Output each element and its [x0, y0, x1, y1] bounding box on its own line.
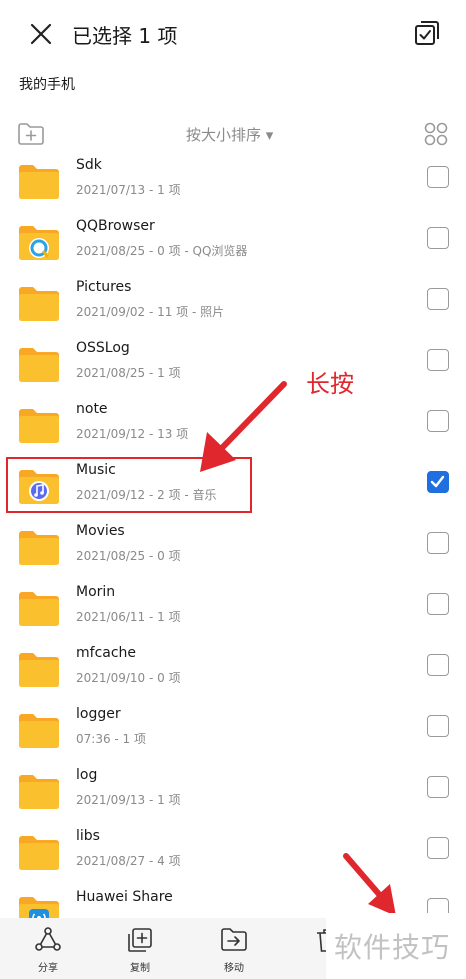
header: 已选择 1 项 [0, 0, 466, 66]
file-name: mfcache [76, 645, 137, 661]
sort-dropdown[interactable]: 按大小排序 ▾ [186, 124, 273, 145]
file-row-1[interactable]: QQBrowser 2021/08/25 - 0 项 - QQ浏览器 [0, 217, 466, 278]
grid-view-icon[interactable] [423, 121, 449, 147]
file-name: logger [76, 706, 121, 722]
file-meta: 07:36 - 1 项 [76, 732, 146, 746]
row-checkbox[interactable] [427, 532, 449, 554]
folder-icon [18, 774, 60, 810]
row-checkbox[interactable] [427, 349, 449, 371]
share-icon [34, 926, 62, 954]
file-meta: 2021/09/12 - 13 项 [76, 427, 189, 441]
share-label: 分享 [38, 963, 58, 974]
folder-icon [18, 408, 60, 444]
highlight-box [6, 457, 252, 513]
folder-icon [18, 286, 60, 322]
move-label: 移动 [224, 963, 244, 974]
row-checkbox[interactable] [427, 715, 449, 737]
file-meta: 2021/09/10 - 0 项 [76, 671, 181, 685]
file-row-0[interactable]: Sdk 2021/07/13 - 1 项 [0, 156, 466, 217]
file-row-8[interactable]: mfcache 2021/09/10 - 0 项 [0, 644, 466, 705]
file-row-9[interactable]: logger 07:36 - 1 项 [0, 705, 466, 766]
watermark-text: 软件技巧 [334, 931, 451, 964]
file-name: Pictures [76, 279, 132, 295]
checkmark-icon [430, 475, 445, 488]
file-meta: 2021/08/25 - 0 项 [76, 549, 181, 563]
copy-label: 复制 [130, 963, 150, 974]
folder-icon [18, 591, 60, 627]
file-name: note [76, 401, 108, 417]
file-meta: 2021/09/02 - 11 项 - 照片 [76, 305, 225, 319]
file-list: Sdk 2021/07/13 - 1 项 QQBrowser 2021/08/2… [0, 156, 466, 918]
file-name: Sdk [76, 157, 102, 173]
huawei-share-folder-icon [18, 896, 60, 918]
row-checkbox[interactable] [427, 227, 449, 249]
row-checkbox[interactable] [427, 776, 449, 798]
move-button[interactable]: 移动 [204, 926, 264, 976]
file-meta: 2021/08/25 - 1 项 [76, 366, 181, 380]
new-folder-icon[interactable] [17, 121, 45, 147]
close-icon[interactable] [26, 19, 56, 49]
copy-button[interactable]: 复制 [110, 926, 170, 976]
file-row-2[interactable]: Pictures 2021/09/02 - 11 项 - 照片 [0, 278, 466, 339]
file-name: libs [76, 828, 100, 844]
file-row-11[interactable]: libs 2021/08/27 - 4 项 [0, 827, 466, 888]
file-meta: 2021/09/13 - 1 项 [76, 793, 181, 807]
file-meta: 2021/08/25 - 0 项 - QQ浏览器 [76, 244, 248, 258]
folder-icon [18, 530, 60, 566]
folder-icon [18, 164, 60, 200]
file-row-4[interactable]: note 2021/09/12 - 13 项 [0, 400, 466, 461]
row-checkbox[interactable] [427, 654, 449, 676]
annotation-label: 长按 [306, 370, 354, 398]
file-name: QQBrowser [76, 218, 155, 234]
file-row-10[interactable]: log 2021/09/13 - 1 项 [0, 766, 466, 827]
folder-icon [18, 713, 60, 749]
file-name: log [76, 767, 98, 783]
move-icon [220, 926, 248, 954]
folder-icon [18, 835, 60, 871]
file-name: Movies [76, 523, 125, 539]
page-title: 已选择 1 项 [72, 24, 178, 48]
row-checkbox[interactable] [427, 593, 449, 615]
file-meta: 2021/07/13 - 1 项 [76, 183, 181, 197]
file-row-3[interactable]: OSSLog 2021/08/25 - 1 项 [0, 339, 466, 400]
row-checkbox[interactable] [427, 410, 449, 432]
share-button[interactable]: 分享 [18, 926, 78, 976]
folder-icon [18, 347, 60, 383]
qqbrowser-folder-icon [18, 225, 60, 261]
file-meta: 2021/08/27 - 4 项 [76, 854, 181, 868]
file-row-7[interactable]: Morin 2021/06/11 - 1 项 [0, 583, 466, 644]
file-meta: 2021/06/11 - 1 项 [76, 610, 181, 624]
copy-icon [126, 926, 154, 954]
file-row-6[interactable]: Movies 2021/08/25 - 0 项 [0, 522, 466, 583]
row-checkbox[interactable] [427, 288, 449, 310]
file-name: Huawei Share [76, 889, 173, 905]
list-toolbar: 按大小排序 ▾ [0, 112, 466, 156]
breadcrumb[interactable]: 我的手机 [19, 74, 75, 94]
row-checkbox[interactable] [427, 166, 449, 188]
row-checkbox[interactable] [427, 837, 449, 859]
row-checkbox-checked[interactable] [427, 471, 449, 493]
select-all-icon[interactable] [412, 18, 442, 48]
file-name: Morin [76, 584, 116, 600]
folder-icon [18, 652, 60, 688]
file-name: OSSLog [76, 340, 130, 356]
